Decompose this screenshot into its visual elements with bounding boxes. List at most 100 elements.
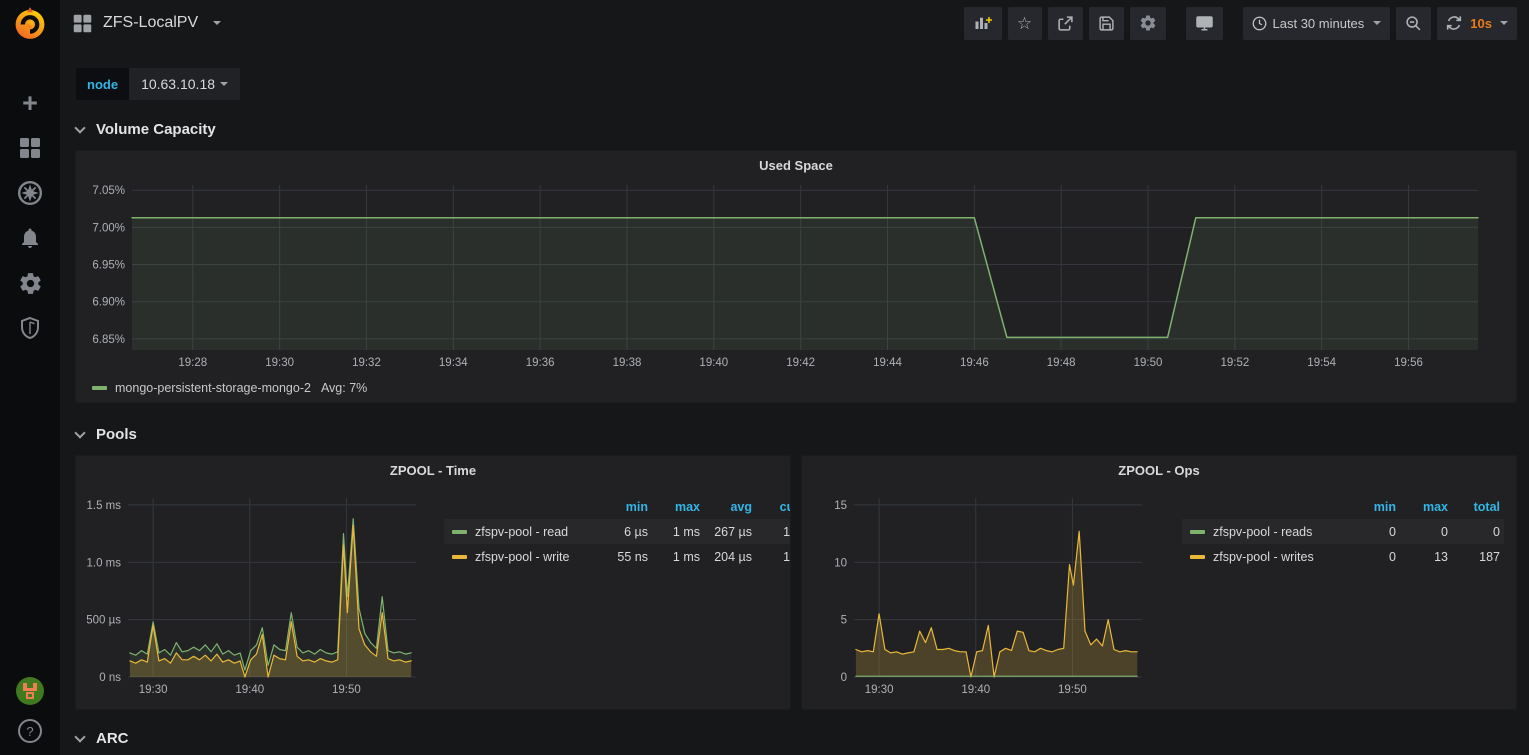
configuration-gear-icon[interactable] [15,269,45,297]
svg-text:19:36: 19:36 [526,357,555,369]
svg-text:19:38: 19:38 [613,357,642,369]
series-name[interactable]: mongo-persistent-storage-mongo-2 [115,381,311,395]
create-plus-icon[interactable]: + [15,89,45,117]
used-space-panel: Used Space 6.85% 6.90% 6.95% 7.00% 7.05% 19:2… [75,150,1517,403]
refresh-caret-icon [1500,21,1508,25]
svg-text:19:42: 19:42 [786,357,815,369]
svg-text:10: 10 [834,557,847,569]
svg-text:6.90%: 6.90% [92,297,125,309]
legend-value-current: 172 [756,525,791,539]
user-avatar[interactable] [15,677,45,705]
dashboards-icon[interactable] [15,134,45,162]
top-navbar: ZFS-LocalPV ☆ [60,0,1529,46]
title-caret-icon [213,21,221,25]
section-title: Volume Capacity [96,121,216,138]
series-avg: Avg: 7% [321,381,367,395]
series-name: zfspv-pool - writes [1213,550,1314,564]
series-swatch [452,530,467,534]
series-swatch [1190,530,1205,534]
legend-value-current: 135 [756,550,791,564]
sidebar-bottom: ? [15,677,45,755]
share-dashboard-button[interactable] [1048,7,1083,40]
svg-text:19:30: 19:30 [139,684,168,696]
zpool-time-chart[interactable]: 0 ns500 µs1.0 ms1.5 ms19:3019:4019:50 [86,484,422,703]
legend-header-max[interactable]: max [1400,500,1452,514]
dashboard-squares-icon [72,13,93,34]
used-space-chart[interactable]: 6.85%6.90%6.95%7.00%7.05%19:2819:3019:32… [86,177,1508,372]
legend-header-current[interactable]: curr [756,500,791,514]
svg-text:0 ns: 0 ns [99,672,121,684]
refresh-icon [1446,15,1462,31]
zpool-ops-panel: ZPOOL - Ops 05101519:3019:4019:50 min ma… [801,455,1517,710]
svg-text:19:50: 19:50 [1134,357,1163,369]
save-dashboard-button[interactable] [1089,7,1124,40]
refresh-button[interactable]: 10s [1437,7,1517,40]
node-variable-value[interactable]: 10.63.10.18 [129,68,240,100]
refresh-interval-label: 10s [1470,16,1492,31]
legend-row-read: zfspv-pool - read 6 µs 1 ms 267 µs 172 [444,519,791,544]
star-dashboard-button[interactable]: ☆ [1008,7,1042,40]
section-title: ARC [96,730,129,747]
svg-text:15: 15 [834,500,847,512]
legend-value-max: 1 ms [652,550,704,564]
legend-header-row: min max total [1182,494,1504,519]
series-name-cell[interactable]: zfspv-pool - reads [1182,525,1348,539]
used-space-panel-title[interactable]: Used Space [76,151,1516,173]
svg-text:6.95%: 6.95% [92,260,125,272]
zpool-time-panel: ZPOOL - Time 0 ns500 µs1.0 ms1.5 ms19:30… [75,455,791,710]
legend-value-max: 1 ms [652,525,704,539]
legend-value-min: 6 µs [600,525,652,539]
series-name: zfspv-pool - reads [1213,525,1312,539]
svg-text:7.00%: 7.00% [92,222,125,234]
series-name-cell[interactable]: zfspv-pool - writes [1182,550,1348,564]
svg-text:7.05%: 7.05% [92,185,125,197]
time-range-label: Last 30 minutes [1273,16,1365,31]
svg-text:6.85%: 6.85% [92,334,125,346]
series-swatch [92,386,107,390]
zpool-ops-chart[interactable]: 05101519:3019:4019:50 [812,484,1148,703]
time-range-picker[interactable]: Last 30 minutes [1243,7,1391,40]
section-arc[interactable]: ARC [76,725,1529,751]
section-volume-capacity[interactable]: Volume Capacity [76,116,1529,142]
svg-text:?: ? [26,724,33,739]
svg-text:19:50: 19:50 [1058,684,1087,696]
zoom-out-time-button[interactable] [1396,7,1431,40]
legend-header-max[interactable]: max [652,500,704,514]
svg-text:19:30: 19:30 [865,684,894,696]
legend-header-total[interactable]: total [1452,500,1504,514]
alerting-bell-icon[interactable] [15,224,45,252]
dashboard-settings-button[interactable] [1130,7,1166,40]
svg-text:19:48: 19:48 [1047,357,1076,369]
series-name-cell[interactable]: zfspv-pool - read [444,525,600,539]
section-pools[interactable]: Pools [76,421,1529,447]
template-variable-node[interactable]: node 10.63.10.18 [76,68,1529,100]
used-space-legend: mongo-persistent-storage-mongo-2 Avg: 7% [92,381,367,395]
series-swatch [1190,555,1205,559]
dashboard-title: ZFS-LocalPV [103,14,198,32]
legend-header-avg[interactable]: avg [704,500,756,514]
server-admin-shield-icon[interactable] [15,314,45,342]
zpool-ops-panel-title[interactable]: ZPOOL - Ops [802,456,1516,478]
series-name-cell[interactable]: zfspv-pool - write [444,550,600,564]
svg-text:19:44: 19:44 [873,357,902,369]
legend-value-max: 13 [1400,550,1452,564]
grafana-logo-icon[interactable] [12,5,48,41]
legend-row-reads: zfspv-pool - reads 0 0 0 [1182,519,1504,544]
zpool-time-panel-title[interactable]: ZPOOL - Time [76,456,790,478]
svg-text:19:54: 19:54 [1307,357,1336,369]
legend-header-min[interactable]: min [1348,500,1400,514]
legend-value-avg: 267 µs [704,525,756,539]
kiosk-mode-button[interactable] [1186,7,1223,40]
series-name: zfspv-pool - read [475,525,568,539]
time-range-caret-icon [1373,21,1381,25]
dashboard-title-group[interactable]: ZFS-LocalPV [72,13,221,34]
chevron-down-icon [74,427,85,438]
legend-value-max: 0 [1400,525,1452,539]
zpool-time-legend: min max avg curr zfspv-pool - read 6 µs … [444,494,791,569]
legend-header-min[interactable]: min [600,500,652,514]
add-panel-button[interactable] [964,7,1002,40]
help-icon[interactable]: ? [15,717,45,745]
svg-text:19:32: 19:32 [352,357,381,369]
explore-compass-icon[interactable] [15,179,45,207]
svg-text:19:28: 19:28 [178,357,207,369]
